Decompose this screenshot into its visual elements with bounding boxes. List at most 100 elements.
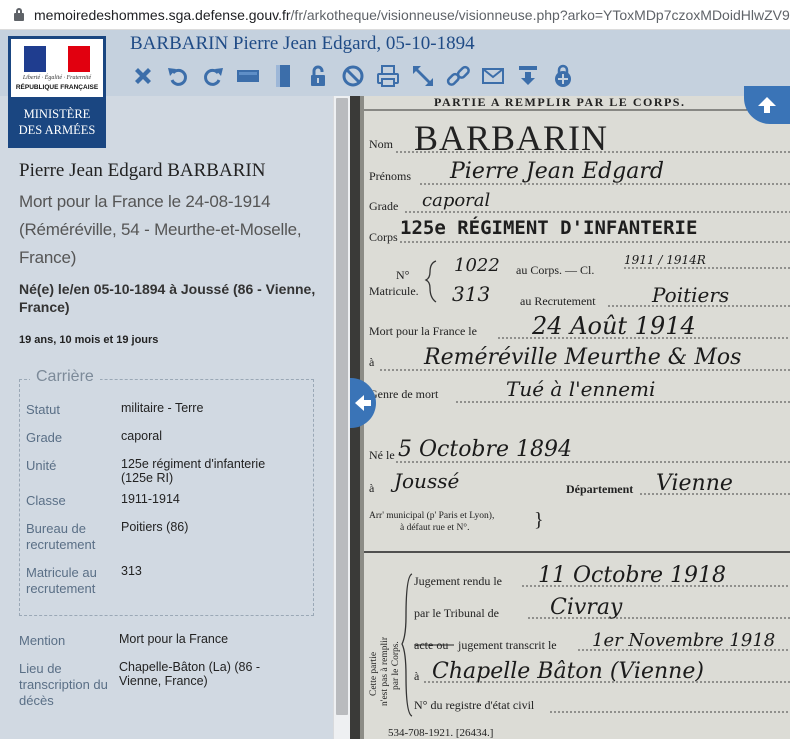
viewer-toolbar [128,60,578,92]
rotate-right-icon [204,68,223,86]
doc-header-text: PARTIE A REMPLIR PAR LE CORPS. [434,96,685,109]
doc-a-label: à [369,355,375,369]
doc-arr-brace: } [534,509,544,531]
doc-arr-label-1: Arr' municipal (p' Paris et Lyon), [369,510,494,521]
doc-side-label-1: Cette partie [369,652,379,696]
doc-corps-value: 125e RÉGIMENT D'INFANTERIE [400,216,697,239]
doc-registre-label: N° du registre d'état civil [414,698,535,712]
rotate-left-button[interactable] [163,61,193,91]
birth-info: Né(e) le/en 05-10-1894 à Joussé (86 - Vi… [19,281,316,315]
close-icon [135,68,151,84]
statut-value: militaire - Terre [121,401,204,415]
marianne-profile-icon [49,48,67,70]
bureau-value: Poitiers (86) [121,520,189,534]
ministere-line-1: MINISTÈRE [23,107,91,121]
lieu-transcription-label: Lieu de transcription du décès [19,661,108,708]
rotate-right-button[interactable] [198,61,228,91]
fit-height-button[interactable] [268,61,298,91]
classe-value: 1911-1914 [121,492,180,506]
link-icon [446,65,470,86]
arrow-up-icon [758,97,776,113]
forbidden-button[interactable] [338,61,368,91]
doc-lieu-mort: Reméréville Meurthe & Mos [423,345,741,370]
mail-icon [482,68,504,84]
doc-au-corps-value: 1022 [454,255,500,276]
doc-prenoms-label: Prénoms [369,169,411,183]
url-text[interactable]: memoiredeshommes.sga.defense.gouv.fr/fr/… [34,7,790,23]
print-icon [377,65,399,87]
doc-transcrit-a-label: à [414,669,420,683]
statut-label: Statut [26,402,60,417]
document-title: BARBARIN Pierre Jean Edgard, 05-10-1894 [130,33,475,54]
matricule-value: 313 [121,564,142,578]
doc-ne-label: Né le [369,448,395,462]
doc-arr-label-2: à défaut rue et N°. [400,522,469,533]
doc-transcrit-a-value: Chapelle Bâton (Vienne) [432,659,704,684]
download-button[interactable] [513,61,543,91]
padlock-icon[interactable] [14,8,24,21]
doc-genre-value: Tué à l'ennemi [506,377,655,401]
grade-value: caporal [121,429,162,443]
doc-side-label-2: n'est pas à remplir [380,636,390,706]
url-host: memoiredeshommes.sga.defense.gouv.fr [34,6,291,23]
doc-no-label: N° [396,268,410,282]
permalink-button[interactable] [443,61,473,91]
doc-matricule-label: Matricule. [369,284,419,298]
marianne-block: Liberté · Égalité · Fraternité RÉPUBLIQU… [11,39,103,97]
doc-jugement-label: Jugement rendu le [414,574,502,588]
doc-departement-label: Département [566,482,633,496]
zoom-in-button[interactable] [548,61,578,91]
doc-ne-value: 5 Octobre 1894 [398,437,572,462]
arrow-left-icon [355,395,371,411]
doc-departement-value: Vienne [656,471,733,496]
fit-width-button[interactable] [233,61,263,91]
bureau-label: Bureau de recrutement [26,521,96,552]
person-name: Pierre Jean Edgard BARBARIN [19,160,266,181]
classe-label: Classe [26,493,66,508]
doc-nom-label: Nom [369,137,394,151]
doc-tribunal-label: par le Tribunal de [414,606,499,620]
doc-ne-a-value: Joussé [390,469,459,493]
matricule-label: Matricule au recrutement [26,565,97,596]
url-path: /fr/arkotheque/visionneuse/visionneuse.p… [290,6,790,23]
fit-height-icon [276,65,290,87]
ministere-text: MINISTÈRE DES ARMÉES [8,106,106,138]
mention-label: Mention [19,633,66,648]
download-icon [519,66,537,85]
close-button[interactable] [128,61,158,91]
sidebar-scrollbar[interactable] [333,96,350,739]
address-bar[interactable]: memoiredeshommes.sga.defense.gouv.fr/fr/… [0,0,790,30]
doc-side-label-3: par le Corps. [391,641,401,690]
document-viewer[interactable]: PARTIE A REMPLIR PAR LE CORPS. Nom BARBA… [350,96,790,739]
carriere-legend: Carrière [30,368,100,386]
print-button[interactable] [373,61,403,91]
doc-grade-value: caporal [422,190,491,211]
doc-classe-value: 1911 / 1914R [624,253,706,267]
email-button[interactable] [478,61,508,91]
grade-label: Grade [26,430,63,445]
sidebar-scrollbar-thumb[interactable] [336,98,348,715]
doc-recrutement-value: Poitiers [651,283,729,307]
doc-footer: 534-708-1921. [26434.] [388,727,493,739]
lieu-transcription-value: Chapelle-Bâton (La) (86 - Vienne, France… [119,660,261,688]
lock-button[interactable] [303,61,333,91]
doc-au-corps-label: au Corps. — Cl. [516,263,594,277]
fit-width-icon [237,70,259,82]
doc-nom-value: BARBARIN [414,118,608,158]
death-info: Mort pour la France le 24-08-1914 (Rémér… [19,192,302,267]
forbidden-icon [342,65,364,87]
doc-ne-a-label: à [369,481,375,495]
ministere-logo[interactable]: Liberté · Égalité · Fraternité RÉPUBLIQU… [8,36,106,148]
doc-jugement-value: 11 Octobre 1918 [538,563,726,588]
fullscreen-button[interactable] [408,61,438,91]
doc-transcrit-value: 1er Novembre 1918 [592,630,775,651]
doc-mort-value: 24 Août 1914 [531,312,696,340]
unite-label: Unité [26,458,57,473]
unite-value: 125e régiment d'infanterie (125e RI) [121,457,266,485]
doc-corps-label: Corps [369,230,398,244]
doc-transcrit-label: jugement transcrit le [457,638,557,652]
mention-value: Mort pour la France [119,632,229,646]
doc-mort-label: Mort pour la France le [369,324,477,338]
devise-text: Liberté · Égalité · Fraternité [22,75,92,81]
rotate-left-icon [168,68,187,86]
